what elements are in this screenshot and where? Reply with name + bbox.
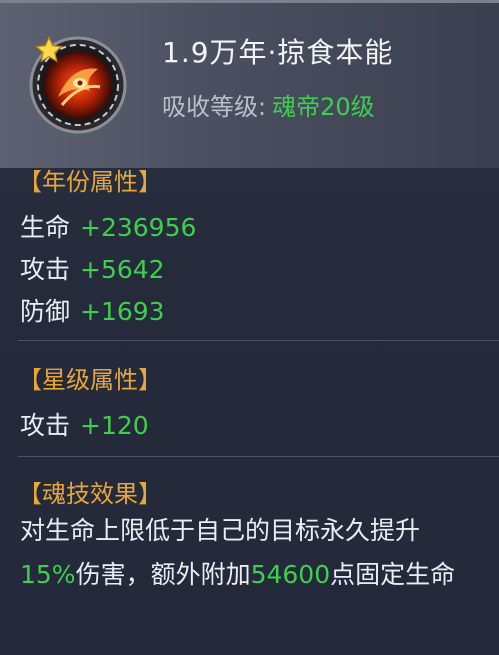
absorb-label: 吸收等级:: [162, 93, 267, 121]
stat-row: 攻击 +5642: [20, 250, 165, 286]
star-icon: [34, 35, 64, 63]
tooltip-header: 1.9万年·掠食本能 吸收等级: 魂帝20级: [0, 0, 499, 168]
effect-description: 对生命上限低于自己的目标永久提升 15%伤害，额外附加54600点固定生命: [20, 509, 494, 597]
effect-mid: 伤害，额外附加: [75, 560, 251, 589]
skill-tooltip-panel: 1.9万年·掠食本能 吸收等级: 魂帝20级 【年份属性】 生命 +236956 攻…: [0, 0, 499, 655]
absorb-level: 吸收等级: 魂帝20级: [162, 87, 375, 122]
effect-percent: 15%: [20, 560, 76, 589]
effect-tail: 点固定生命: [330, 560, 456, 589]
stat-row: 防御 +1693: [20, 292, 165, 328]
stat-row: 生命 +236956: [20, 208, 196, 244]
stat-name: 攻击: [20, 411, 71, 440]
stat-value: +1693: [80, 297, 165, 326]
soul-ring-icon: [28, 35, 128, 135]
stat-name: 生命: [20, 213, 71, 242]
divider: [18, 456, 499, 457]
effect-header: 【魂技效果】: [18, 480, 162, 508]
skill-title: 1.9万年·掠食本能: [162, 36, 394, 69]
year-attr-header: 【年份属性】: [18, 168, 162, 196]
stat-row: 攻击 +120: [20, 406, 149, 442]
absorb-value: 魂帝20级: [272, 93, 375, 121]
stat-value: +236956: [80, 213, 197, 242]
stat-name: 攻击: [20, 255, 71, 284]
stat-name: 防御: [20, 297, 71, 326]
divider: [18, 340, 499, 341]
stat-value: +5642: [80, 255, 165, 284]
stat-value: +120: [80, 411, 149, 440]
effect-damage: 54600: [250, 560, 331, 589]
star-attr-header: 【星级属性】: [18, 366, 162, 394]
effect-line1: 对生命上限低于自己的目标永久提升: [20, 516, 421, 545]
